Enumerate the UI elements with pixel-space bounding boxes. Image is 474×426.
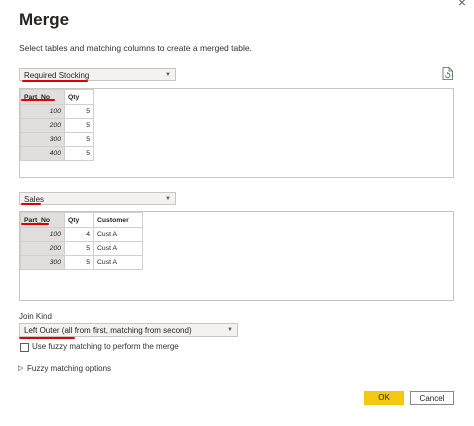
table-row: 200 5 <box>20 118 94 133</box>
table-cell: 5 <box>64 241 94 256</box>
table-row: 300 5 Cust A <box>20 255 143 270</box>
table-row: 400 5 <box>20 146 94 161</box>
table-cell: Cust A <box>93 227 143 242</box>
table2-grid: Part_No Qty Customer 100 4 Cust A 200 5 … <box>20 212 143 270</box>
table-row: 100 4 Cust A <box>20 227 143 242</box>
close-icon[interactable]: × <box>452 0 472 10</box>
table-cell: 5 <box>64 118 94 133</box>
ok-button[interactable]: OK <box>364 391 404 405</box>
chevron-down-icon: ▼ <box>227 327 233 333</box>
chevron-down-icon: ▼ <box>165 196 171 202</box>
join-kind-label: Join Kind <box>19 312 52 321</box>
column-header[interactable]: Part_No <box>20 212 65 228</box>
table-cell: Cust A <box>93 241 143 256</box>
table-row: 100 5 <box>20 104 94 119</box>
table2-select[interactable]: Sales ▼ <box>19 192 176 205</box>
file-refresh-icon[interactable] <box>442 67 453 80</box>
annotation-underline <box>21 99 55 101</box>
column-header[interactable]: Qty <box>64 212 94 228</box>
table-cell: 200 <box>20 241 65 256</box>
table-row: 200 5 Cust A <box>20 241 143 256</box>
table-cell: 300 <box>20 255 65 270</box>
dialog-title: Merge <box>19 10 70 29</box>
table1-preview: Part_No Qty 100 5 200 5 300 5 400 5 <box>19 88 454 178</box>
table-cell: 100 <box>20 104 65 119</box>
expand-arrow-icon[interactable]: ▷ <box>18 364 23 372</box>
dialog-subtitle: Select tables and matching columns to cr… <box>19 43 252 53</box>
column-header[interactable]: Part_No <box>20 89 65 105</box>
annotation-underline <box>21 203 41 205</box>
table-cell: 5 <box>64 255 94 270</box>
column-header[interactable]: Customer <box>93 212 143 228</box>
column-header[interactable]: Qty <box>64 89 94 105</box>
table-cell: Cust A <box>93 255 143 270</box>
table-cell: 5 <box>64 146 94 161</box>
table-cell: 400 <box>20 146 65 161</box>
table-row: 300 5 <box>20 132 94 147</box>
fuzzy-options-toggle[interactable]: Fuzzy matching options <box>27 364 111 373</box>
table-cell: 300 <box>20 132 65 147</box>
table-cell: 200 <box>20 118 65 133</box>
annotation-underline <box>22 80 88 82</box>
cancel-button[interactable]: Cancel <box>410 391 454 405</box>
table-cell: 5 <box>64 104 94 119</box>
table1-select-value: Required Stocking <box>24 71 90 80</box>
table-cell: 4 <box>64 227 94 242</box>
table2-preview: Part_No Qty Customer 100 4 Cust A 200 5 … <box>19 211 454 301</box>
fuzzy-matching-label[interactable]: Use fuzzy matching to perform the merge <box>32 342 179 351</box>
annotation-underline <box>21 223 49 225</box>
annotation-underline <box>19 337 75 339</box>
join-kind-select[interactable]: Left Outer (all from first, matching fro… <box>19 323 238 337</box>
table-cell: 5 <box>64 132 94 147</box>
table-cell: 100 <box>20 227 65 242</box>
fuzzy-matching-checkbox[interactable] <box>20 343 29 352</box>
join-kind-value: Left Outer (all from first, matching fro… <box>24 326 192 335</box>
chevron-down-icon: ▼ <box>165 72 171 78</box>
